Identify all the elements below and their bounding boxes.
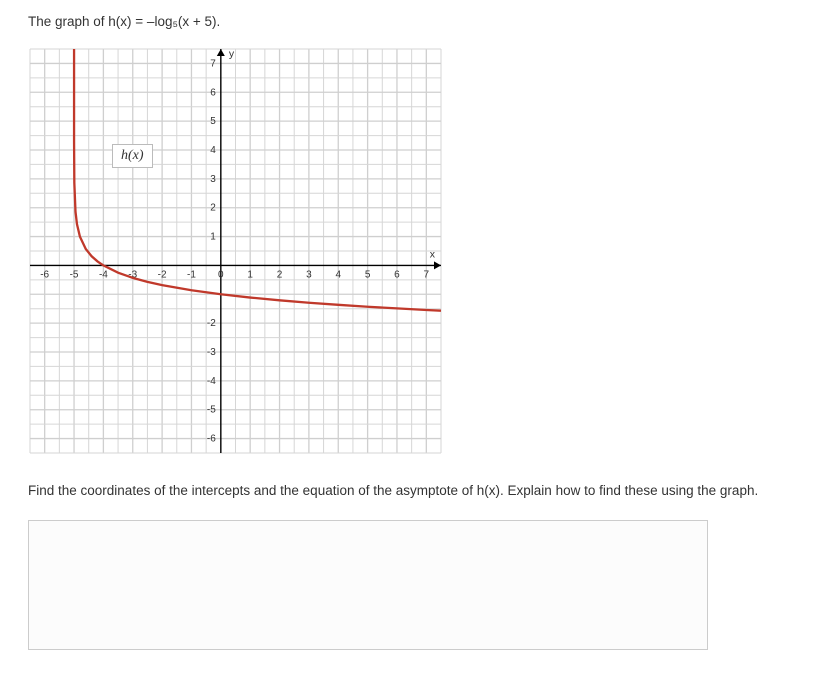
svg-text:6: 6 (394, 269, 400, 280)
chart-canvas: -6-5-4-3-2-101234567-6-5-4-3-21234567yx (28, 47, 443, 455)
svg-text:7: 7 (424, 269, 430, 280)
svg-text:6: 6 (210, 87, 216, 98)
answer-input[interactable] (28, 520, 708, 650)
svg-text:y: y (229, 48, 235, 60)
svg-text:-2: -2 (158, 269, 167, 280)
svg-text:4: 4 (335, 269, 341, 280)
svg-text:4: 4 (210, 145, 216, 156)
svg-text:1: 1 (210, 232, 216, 243)
svg-text:-3: -3 (207, 347, 216, 358)
svg-text:-5: -5 (70, 269, 79, 280)
svg-text:-5: -5 (207, 405, 216, 416)
svg-text:-4: -4 (99, 269, 108, 280)
svg-text:2: 2 (277, 269, 283, 280)
svg-text:1: 1 (247, 269, 253, 280)
question-text: Find the coordinates of the intercepts a… (28, 483, 800, 498)
svg-text:2: 2 (210, 203, 216, 214)
function-label: h(x) (112, 144, 153, 168)
svg-text:3: 3 (306, 269, 312, 280)
svg-text:-4: -4 (207, 376, 216, 387)
svg-text:x: x (430, 248, 436, 260)
svg-text:3: 3 (210, 174, 216, 185)
prompt-text: The graph of h(x) = –log₅(x + 5). (28, 14, 800, 29)
svg-text:-6: -6 (207, 434, 216, 445)
svg-text:-2: -2 (207, 318, 216, 329)
function-graph: -6-5-4-3-2-101234567-6-5-4-3-21234567yx … (28, 47, 443, 455)
svg-text:-6: -6 (40, 269, 49, 280)
svg-text:-1: -1 (187, 269, 196, 280)
svg-text:5: 5 (210, 116, 216, 127)
svg-text:5: 5 (365, 269, 371, 280)
svg-text:7: 7 (210, 58, 216, 69)
svg-text:0: 0 (218, 269, 224, 280)
